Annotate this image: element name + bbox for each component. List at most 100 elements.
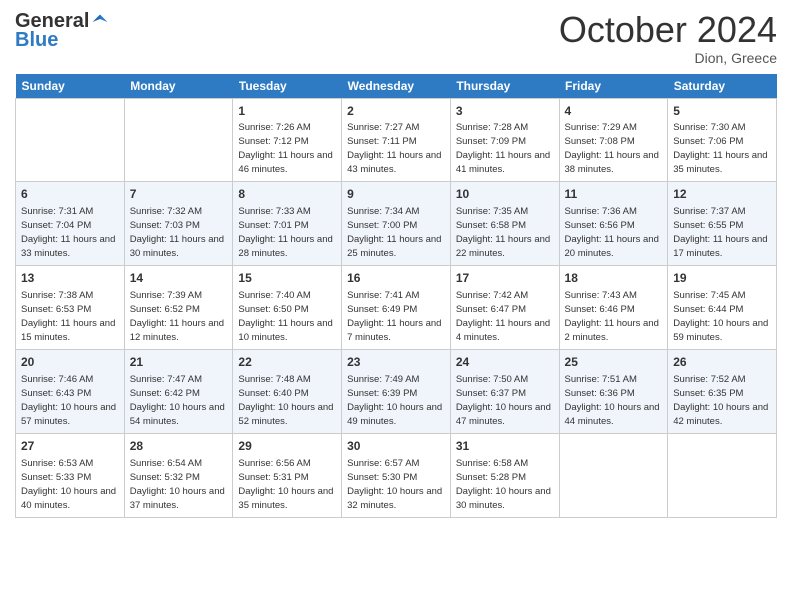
day-info: Sunrise: 7:34 AMSunset: 7:00 PMDaylight:… <box>347 206 441 259</box>
table-row: 25 Sunrise: 7:51 AMSunset: 6:36 PMDayligh… <box>559 349 668 433</box>
calendar-table: Sunday Monday Tuesday Wednesday Thursday… <box>15 74 777 518</box>
day-number: 1 <box>238 103 336 120</box>
logo-icon <box>91 13 109 31</box>
table-row: 26 Sunrise: 7:52 AMSunset: 6:35 PMDayligh… <box>668 349 777 433</box>
header-thursday: Thursday <box>450 74 559 99</box>
day-info: Sunrise: 6:53 AMSunset: 5:33 PMDaylight:… <box>21 458 116 511</box>
day-number: 6 <box>21 186 119 203</box>
header-tuesday: Tuesday <box>233 74 342 99</box>
table-row: 17 Sunrise: 7:42 AMSunset: 6:47 PMDayligh… <box>450 266 559 350</box>
calendar-week-row: 1 Sunrise: 7:26 AMSunset: 7:12 PMDaylight… <box>16 98 777 182</box>
day-info: Sunrise: 7:36 AMSunset: 6:56 PMDaylight:… <box>565 206 659 259</box>
day-info: Sunrise: 6:57 AMSunset: 5:30 PMDaylight:… <box>347 458 442 511</box>
day-info: Sunrise: 7:29 AMSunset: 7:08 PMDaylight:… <box>565 122 659 175</box>
day-number: 10 <box>456 186 554 203</box>
day-info: Sunrise: 7:28 AMSunset: 7:09 PMDaylight:… <box>456 122 550 175</box>
day-number: 14 <box>130 270 228 287</box>
day-info: Sunrise: 7:41 AMSunset: 6:49 PMDaylight:… <box>347 290 441 343</box>
table-row: 2 Sunrise: 7:27 AMSunset: 7:11 PMDaylight… <box>342 98 451 182</box>
day-number: 4 <box>565 103 663 120</box>
page-container: General Blue October 2024 Dion, Greece S… <box>0 0 792 528</box>
day-number: 25 <box>565 354 663 371</box>
table-row <box>16 98 125 182</box>
day-number: 2 <box>347 103 445 120</box>
day-info: Sunrise: 7:37 AMSunset: 6:55 PMDaylight:… <box>673 206 767 259</box>
table-row: 31 Sunrise: 6:58 AMSunset: 5:28 PMDayligh… <box>450 433 559 517</box>
day-info: Sunrise: 7:49 AMSunset: 6:39 PMDaylight:… <box>347 374 442 427</box>
day-info: Sunrise: 7:35 AMSunset: 6:58 PMDaylight:… <box>456 206 550 259</box>
day-number: 16 <box>347 270 445 287</box>
day-info: Sunrise: 7:46 AMSunset: 6:43 PMDaylight:… <box>21 374 116 427</box>
day-info: Sunrise: 7:42 AMSunset: 6:47 PMDaylight:… <box>456 290 550 343</box>
table-row: 13 Sunrise: 7:38 AMSunset: 6:53 PMDayligh… <box>16 266 125 350</box>
day-number: 29 <box>238 438 336 455</box>
table-row: 29 Sunrise: 6:56 AMSunset: 5:31 PMDayligh… <box>233 433 342 517</box>
day-info: Sunrise: 7:38 AMSunset: 6:53 PMDaylight:… <box>21 290 115 343</box>
day-number: 8 <box>238 186 336 203</box>
header-wednesday: Wednesday <box>342 74 451 99</box>
title-area: October 2024 Dion, Greece <box>559 10 777 66</box>
day-info: Sunrise: 7:30 AMSunset: 7:06 PMDaylight:… <box>673 122 767 175</box>
location-subtitle: Dion, Greece <box>559 50 777 66</box>
day-number: 24 <box>456 354 554 371</box>
day-number: 15 <box>238 270 336 287</box>
table-row: 16 Sunrise: 7:41 AMSunset: 6:49 PMDayligh… <box>342 266 451 350</box>
table-row: 22 Sunrise: 7:48 AMSunset: 6:40 PMDayligh… <box>233 349 342 433</box>
logo: General Blue <box>15 10 109 52</box>
table-row: 6 Sunrise: 7:31 AMSunset: 7:04 PMDaylight… <box>16 182 125 266</box>
day-info: Sunrise: 6:56 AMSunset: 5:31 PMDaylight:… <box>238 458 333 511</box>
day-info: Sunrise: 7:50 AMSunset: 6:37 PMDaylight:… <box>456 374 551 427</box>
day-info: Sunrise: 7:27 AMSunset: 7:11 PMDaylight:… <box>347 122 441 175</box>
table-row: 1 Sunrise: 7:26 AMSunset: 7:12 PMDaylight… <box>233 98 342 182</box>
day-number: 26 <box>673 354 771 371</box>
table-row: 27 Sunrise: 6:53 AMSunset: 5:33 PMDayligh… <box>16 433 125 517</box>
day-number: 19 <box>673 270 771 287</box>
day-number: 31 <box>456 438 554 455</box>
day-number: 17 <box>456 270 554 287</box>
day-number: 21 <box>130 354 228 371</box>
day-number: 22 <box>238 354 336 371</box>
header-monday: Monday <box>124 74 233 99</box>
table-row: 8 Sunrise: 7:33 AMSunset: 7:01 PMDaylight… <box>233 182 342 266</box>
table-row: 10 Sunrise: 7:35 AMSunset: 6:58 PMDayligh… <box>450 182 559 266</box>
day-number: 18 <box>565 270 663 287</box>
day-info: Sunrise: 7:47 AMSunset: 6:42 PMDaylight:… <box>130 374 225 427</box>
calendar-week-row: 6 Sunrise: 7:31 AMSunset: 7:04 PMDaylight… <box>16 182 777 266</box>
day-info: Sunrise: 7:26 AMSunset: 7:12 PMDaylight:… <box>238 122 332 175</box>
logo-blue-text: Blue <box>15 29 58 51</box>
day-number: 20 <box>21 354 119 371</box>
table-row <box>668 433 777 517</box>
calendar-week-row: 27 Sunrise: 6:53 AMSunset: 5:33 PMDayligh… <box>16 433 777 517</box>
table-row: 7Sunrise: 7:32 AMSunset: 7:03 PMDaylight… <box>124 182 233 266</box>
header-sunday: Sunday <box>16 74 125 99</box>
day-info: Sunrise: 7:48 AMSunset: 6:40 PMDaylight:… <box>238 374 333 427</box>
header-saturday: Saturday <box>668 74 777 99</box>
day-number: 9 <box>347 186 445 203</box>
day-info: Sunrise: 7:51 AMSunset: 6:36 PMDaylight:… <box>565 374 660 427</box>
day-info: Sunrise: 7:31 AMSunset: 7:04 PMDaylight:… <box>21 206 115 259</box>
table-row: 20 Sunrise: 7:46 AMSunset: 6:43 PMDayligh… <box>16 349 125 433</box>
day-number: 30 <box>347 438 445 455</box>
day-info: Sunrise: 7:33 AMSunset: 7:01 PMDaylight:… <box>238 206 332 259</box>
table-row: 15 Sunrise: 7:40 AMSunset: 6:50 PMDayligh… <box>233 266 342 350</box>
table-row: 24 Sunrise: 7:50 AMSunset: 6:37 PMDayligh… <box>450 349 559 433</box>
table-row: 19Sunrise: 7:45 AMSunset: 6:44 PMDayligh… <box>668 266 777 350</box>
day-info: Sunrise: 7:32 AMSunset: 7:03 PMDaylight:… <box>130 206 224 259</box>
calendar-header-row: Sunday Monday Tuesday Wednesday Thursday… <box>16 74 777 99</box>
month-title: October 2024 <box>559 10 777 50</box>
table-row: 5 Sunrise: 7:30 AMSunset: 7:06 PMDaylight… <box>668 98 777 182</box>
table-row: 18Sunrise: 7:43 AMSunset: 6:46 PMDayligh… <box>559 266 668 350</box>
day-info: Sunrise: 6:58 AMSunset: 5:28 PMDaylight:… <box>456 458 551 511</box>
calendar-week-row: 20 Sunrise: 7:46 AMSunset: 6:43 PMDayligh… <box>16 349 777 433</box>
table-row: 30 Sunrise: 6:57 AMSunset: 5:30 PMDayligh… <box>342 433 451 517</box>
table-row: 21 Sunrise: 7:47 AMSunset: 6:42 PMDayligh… <box>124 349 233 433</box>
day-info: Sunrise: 7:39 AMSunset: 6:52 PMDaylight:… <box>130 290 224 343</box>
day-info: Sunrise: 7:52 AMSunset: 6:35 PMDaylight:… <box>673 374 768 427</box>
day-number: 27 <box>21 438 119 455</box>
day-number: 5 <box>673 103 771 120</box>
day-number: 23 <box>347 354 445 371</box>
day-info: Sunrise: 7:40 AMSunset: 6:50 PMDaylight:… <box>238 290 332 343</box>
page-header: General Blue October 2024 Dion, Greece <box>15 10 777 66</box>
calendar-week-row: 13 Sunrise: 7:38 AMSunset: 6:53 PMDayligh… <box>16 266 777 350</box>
day-number: 13 <box>21 270 119 287</box>
